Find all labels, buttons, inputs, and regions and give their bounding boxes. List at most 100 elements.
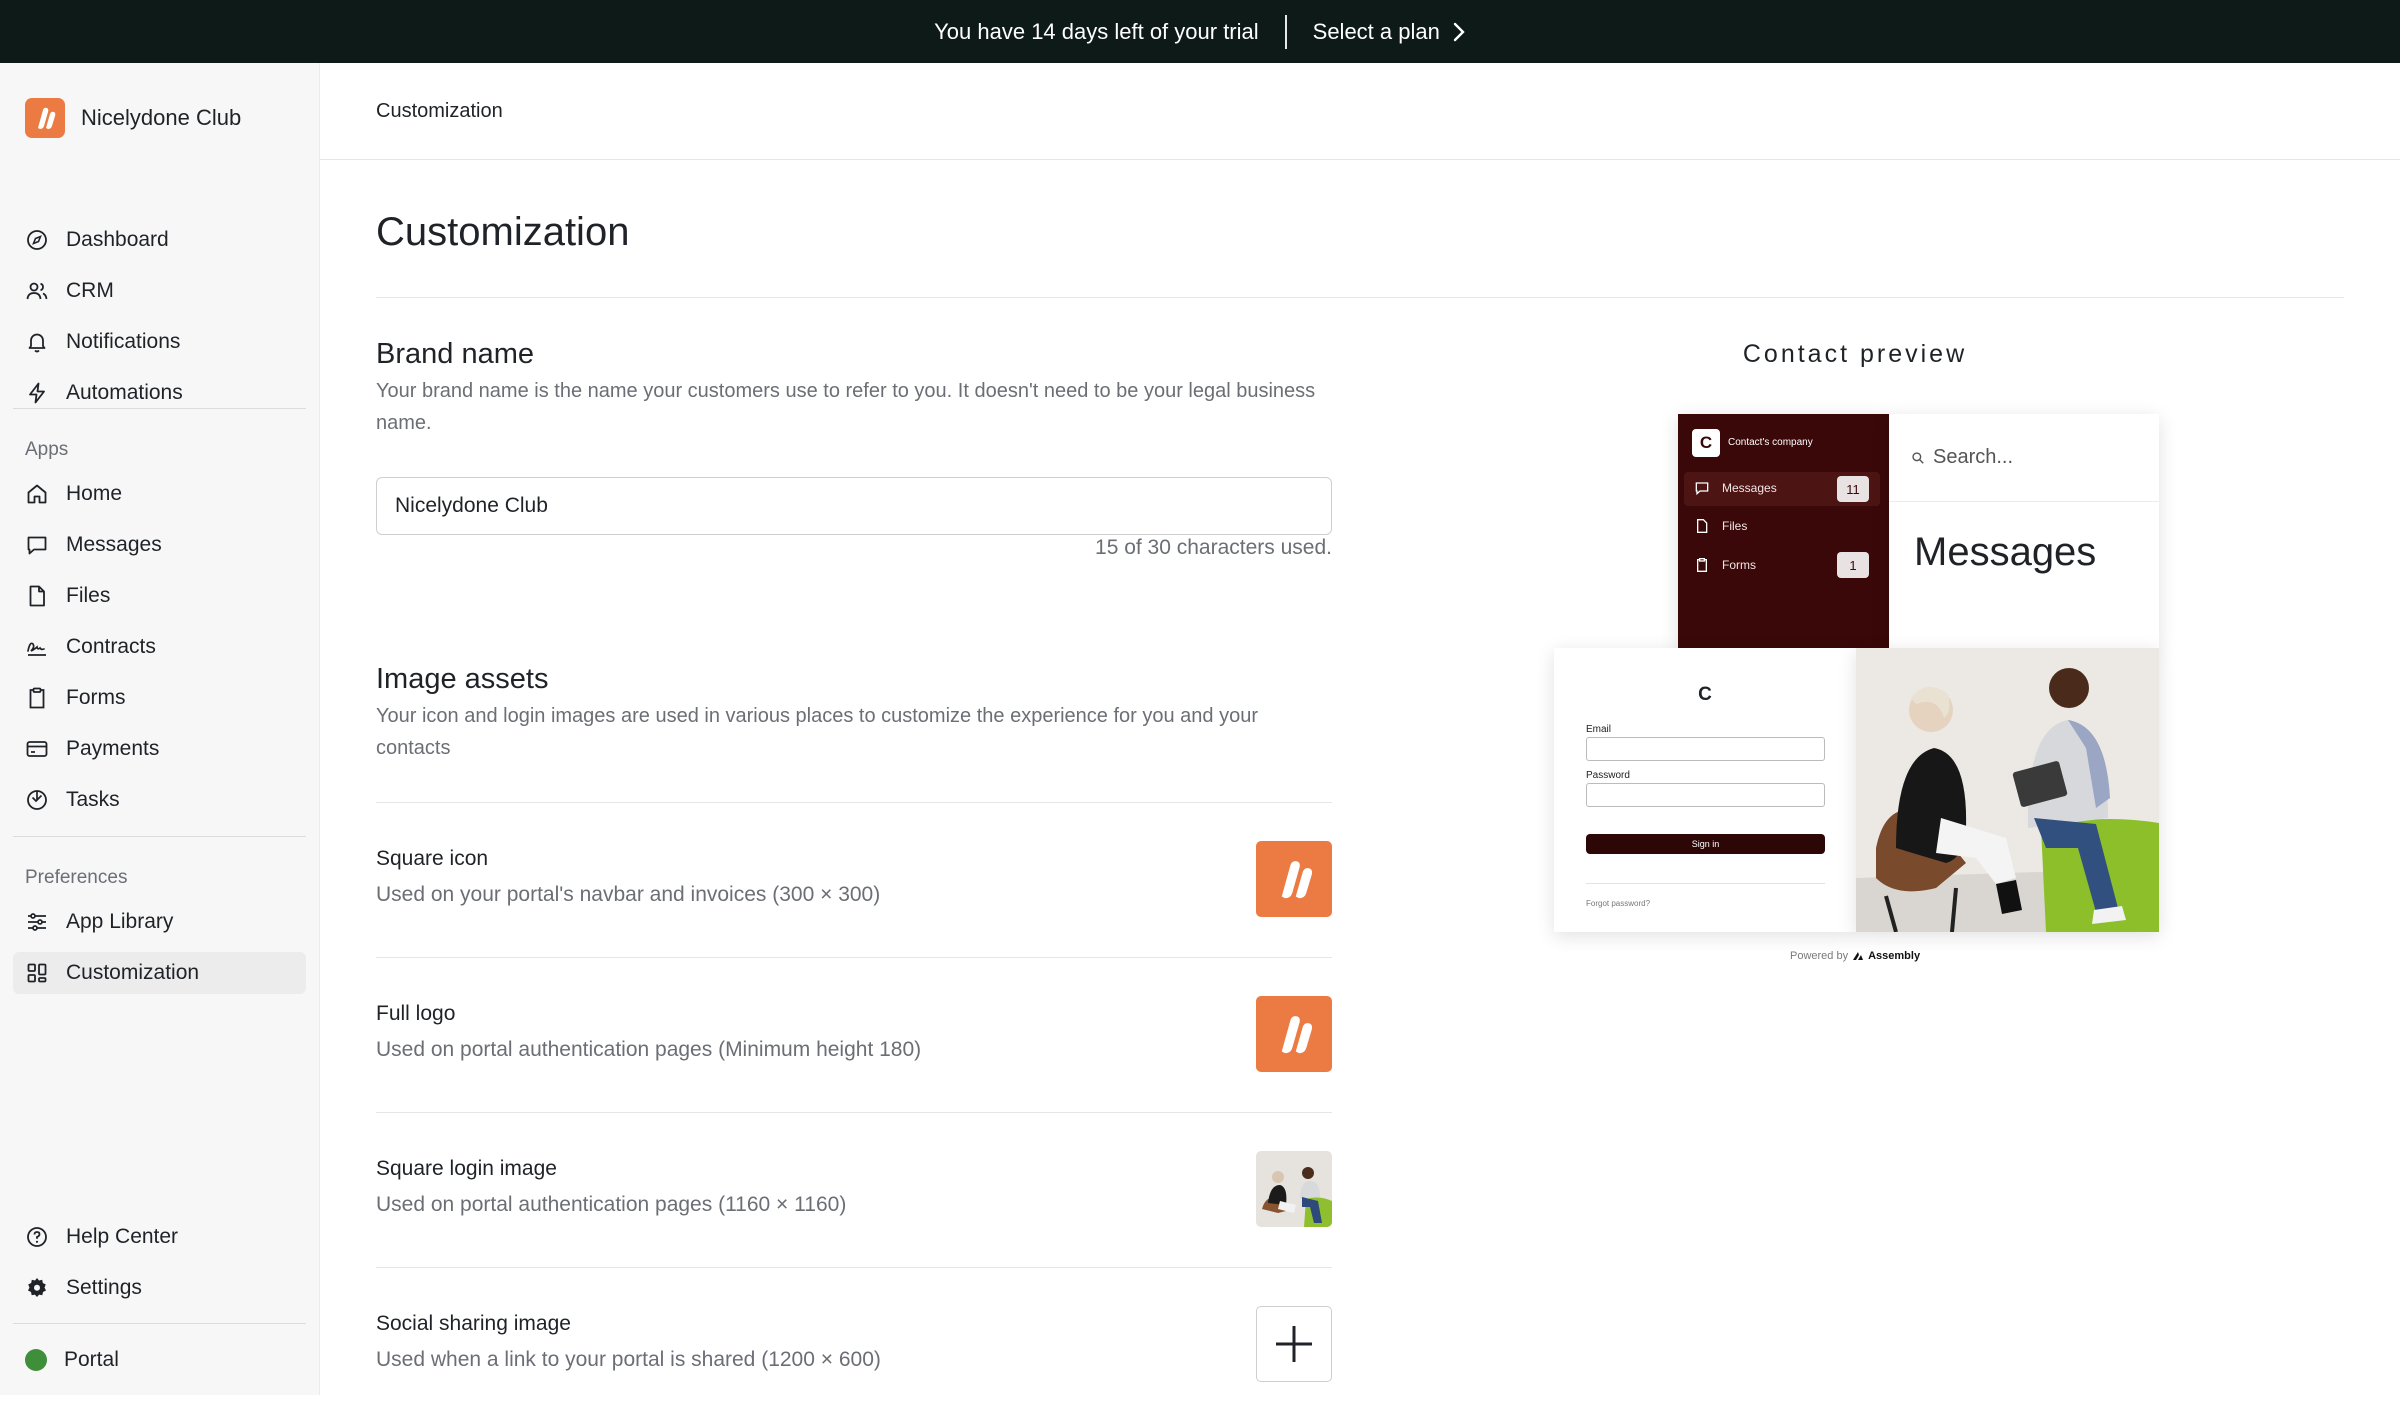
brand-name-description: Your brand name is the name your custome… (376, 380, 1316, 434)
sidebar-item-contracts[interactable]: Contracts (13, 626, 306, 668)
home-icon (27, 484, 47, 504)
character-count: 15 of 30 characters used. (1095, 536, 1332, 559)
preview-password-field (1586, 783, 1825, 807)
sidebar-item-app-library[interactable]: App Library (13, 901, 306, 943)
preview-signin-button: Sign in (1586, 834, 1825, 854)
sidebar-item-label: CRM (66, 279, 114, 302)
sidebar-item-label: Notifications (66, 330, 181, 353)
preview-nav-label: Messages (1722, 481, 1777, 495)
message-icon (27, 536, 47, 555)
message-icon (1695, 482, 1709, 496)
asset-row-social-sharing-image: Social sharing image Used when a link to… (376, 1267, 1332, 1422)
sidebar-item-label: Customization (66, 961, 200, 984)
asset-description: Used on portal authentication pages (116… (376, 1193, 847, 1216)
portal-status-dot-icon (25, 1349, 47, 1371)
clipboard-icon (1697, 558, 1707, 572)
full-logo-upload[interactable] (1256, 996, 1332, 1072)
sidebar-item-customization[interactable]: Customization (13, 952, 306, 994)
chevron-right-icon (1453, 22, 1465, 41)
asset-row-square-login-image: Square login image Used on portal authen… (376, 1112, 1332, 1267)
file-icon (29, 585, 45, 607)
gear-icon (28, 1278, 46, 1297)
apps-section-label: Apps (25, 439, 69, 460)
workspace-logo-icon (25, 98, 65, 138)
users-icon (26, 282, 48, 300)
search-icon (1912, 451, 1924, 464)
sidebar-item-home[interactable]: Home (13, 473, 306, 515)
card-icon (26, 741, 48, 757)
preview-email-field (1586, 737, 1825, 761)
brand-logo-icon (1281, 1016, 1313, 1054)
plus-icon (1276, 1326, 1312, 1362)
asset-description: Used on your portal's navbar and invoice… (376, 883, 881, 906)
preview-company-logo: C (1692, 429, 1720, 457)
trial-separator (1284, 14, 1287, 49)
page-title: Customization (376, 210, 630, 254)
sidebar-item-messages[interactable]: Messages (13, 524, 306, 566)
help-icon (27, 1227, 47, 1247)
sidebar-item-files[interactable]: Files (13, 575, 306, 617)
preview-heading: Messages (1914, 530, 2097, 574)
sidebar-item-label: Help Center (66, 1225, 179, 1248)
sidebar-item-label: Files (66, 584, 111, 607)
preview-nav-messages: Messages (1694, 480, 1777, 496)
brand-name-heading: Brand name (376, 338, 534, 370)
workspace-switcher[interactable]: Nicelydone Club (25, 98, 241, 138)
sidebar-item-forms[interactable]: Forms (13, 677, 306, 719)
sidebar-item-label: Dashboard (66, 228, 169, 251)
sidebar-item-settings[interactable]: Settings (13, 1267, 306, 1309)
sidebar-item-portal[interactable]: Portal (13, 1339, 306, 1381)
clipboard-icon (29, 687, 45, 709)
preview-forgot-link: Forgot password? (1586, 899, 1651, 908)
people-photo-illustration (1856, 648, 2159, 932)
preview-nav-files: Files (1694, 518, 1747, 534)
sidebar-item-label: Tasks (66, 788, 120, 811)
asset-title: Square login image (376, 1157, 557, 1180)
social-sharing-image-add-button[interactable] (1256, 1306, 1332, 1382)
preview-login-logo: C (1698, 684, 1712, 705)
login-photo-thumbnail (1256, 1151, 1332, 1227)
preview-email-label: Email (1586, 724, 1612, 735)
sidebar-divider (13, 408, 306, 409)
square-icon-upload[interactable] (1256, 841, 1332, 917)
tasks-icon (27, 790, 47, 810)
preferences-section-label: Preferences (25, 867, 128, 888)
asset-title: Square icon (376, 847, 489, 870)
powered-by: Powered by Assembly (1790, 950, 1920, 962)
preview-password-label: Password (1586, 770, 1630, 781)
preview-nav-label: Forms (1722, 558, 1756, 572)
preview-company-name: Contact's company (1728, 437, 1813, 448)
preview-portal-sidebar: C Contact's company Messages 11 Files Fo… (1678, 414, 1889, 650)
preview-forms-badge: 1 (1837, 552, 1869, 578)
sidebar-item-label: Portal (64, 1348, 119, 1371)
powered-by-brand: Assembly (1868, 950, 1921, 962)
title-divider (376, 297, 2344, 298)
sidebar-item-label: Forms (66, 686, 126, 709)
sidebar-item-notifications[interactable]: Notifications (13, 321, 306, 363)
sidebar-item-dashboard[interactable]: Dashboard (13, 219, 306, 261)
select-plan-link[interactable]: Select a plan (1313, 19, 1466, 45)
asset-title: Full logo (376, 1002, 456, 1025)
workspace-name: Nicelydone Club (81, 105, 242, 130)
sidebar-divider (13, 1323, 306, 1324)
preview-search-placeholder: Search... (1933, 446, 2014, 468)
bolt-icon (29, 382, 45, 404)
sidebar-item-label: Payments (66, 737, 160, 760)
sidebar-item-payments[interactable]: Payments (13, 728, 306, 770)
asset-description: Used when a link to your portal is share… (376, 1348, 881, 1371)
bell-icon (28, 333, 46, 353)
sidebar-item-label: Automations (66, 381, 183, 404)
compass-icon (27, 230, 47, 250)
sidebar-item-help-center[interactable]: Help Center (13, 1216, 306, 1258)
preview-messages-badge: 11 (1837, 476, 1869, 502)
brand-name-input[interactable] (376, 477, 1332, 535)
image-assets-heading: Image assets (376, 663, 549, 695)
preview-search-bar: Search... (1889, 414, 2159, 502)
sidebar-item-tasks[interactable]: Tasks (13, 779, 306, 821)
sidebar-item-crm[interactable]: CRM (13, 270, 306, 312)
sidebar-divider (13, 836, 306, 837)
square-login-image-upload[interactable] (1256, 1151, 1332, 1227)
assembly-logo-icon (1853, 952, 1864, 960)
asset-row-square-icon: Square icon Used on your portal's navbar… (376, 802, 1332, 957)
sidebar-item-label: App Library (66, 910, 174, 933)
